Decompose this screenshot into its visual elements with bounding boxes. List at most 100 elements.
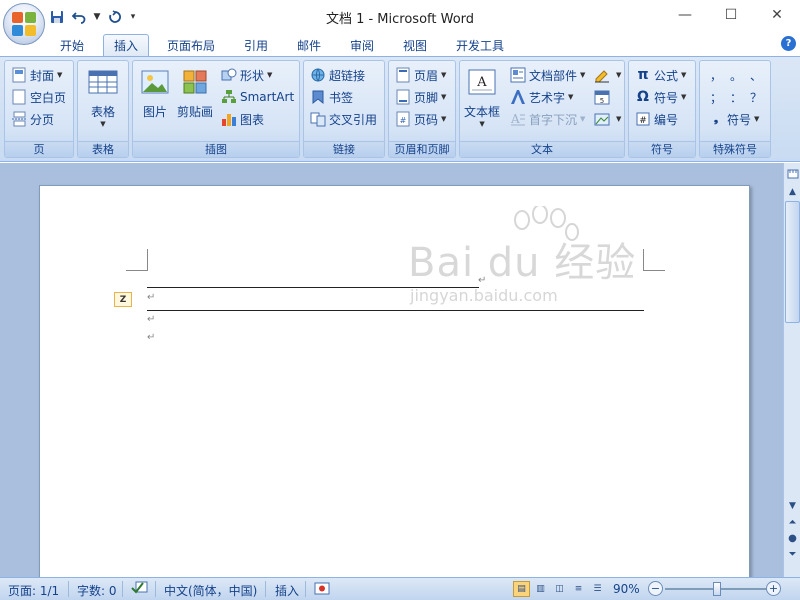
- hyperlink-icon: [310, 67, 326, 83]
- document-page[interactable]: Bai du 经验 jingyan.baidu.com ↵ Z ↵ ↵ ↵: [39, 185, 750, 577]
- group-label-header-footer: 页眉和页脚: [389, 141, 455, 157]
- question-symbol[interactable]: ？: [746, 87, 766, 107]
- smartart-icon: [221, 89, 237, 105]
- header-button[interactable]: 页眉 ▼: [395, 65, 446, 85]
- proofing-icon[interactable]: [131, 580, 149, 599]
- tab-mailings[interactable]: 邮件: [289, 34, 329, 56]
- outline-view-icon[interactable]: ≡: [570, 581, 587, 597]
- group-links: 超链接 书签 交叉引用 链接: [303, 60, 385, 158]
- drop-cap-button[interactable]: A 首字下沉 ▼: [510, 109, 585, 129]
- date-time-button[interactable]: 5: [594, 87, 613, 107]
- cover-page-button[interactable]: 封面 ▼: [11, 65, 62, 85]
- equation-button[interactable]: π 公式 ▼: [635, 65, 686, 85]
- drop-cap-icon: A: [510, 111, 526, 127]
- watermark-brand: Bai du 经验: [408, 240, 637, 286]
- picture-button[interactable]: 图片: [139, 67, 171, 120]
- help-icon[interactable]: ?: [781, 36, 796, 51]
- ruler-toggle-icon[interactable]: [785, 167, 800, 181]
- scroll-down-icon[interactable]: ▼: [785, 499, 800, 513]
- chart-icon: [221, 111, 237, 127]
- wordart-button[interactable]: 艺术字 ▼: [510, 87, 573, 107]
- tab-references[interactable]: 引用: [236, 34, 276, 56]
- quick-parts-icon: [510, 67, 526, 83]
- svg-text:5: 5: [600, 97, 604, 105]
- page-number-icon: #: [395, 111, 411, 127]
- hyperlink-button[interactable]: 超链接: [310, 65, 365, 85]
- office-button[interactable]: [3, 3, 45, 45]
- semicolon-symbol[interactable]: ；: [706, 87, 726, 107]
- print-layout-view-icon[interactable]: ▤: [513, 581, 530, 597]
- enum-comma-symbol[interactable]: 、: [746, 65, 766, 85]
- colon-symbol[interactable]: ：: [726, 87, 746, 107]
- web-layout-view-icon[interactable]: ◫: [551, 581, 568, 597]
- tab-home[interactable]: 开始: [52, 34, 92, 56]
- office-logo-icon: [12, 12, 36, 36]
- textbox-icon: A: [468, 69, 496, 95]
- full-screen-reading-view-icon[interactable]: ▥: [532, 581, 549, 597]
- page-break-button[interactable]: 分页: [11, 109, 54, 129]
- date-time-icon: 5: [594, 89, 610, 105]
- blank-page-icon: [11, 89, 27, 105]
- group-label-text: 文本: [460, 141, 624, 157]
- scrollbar-thumb[interactable]: [785, 201, 800, 323]
- smart-tag-icon[interactable]: Z: [114, 292, 132, 307]
- paragraph-mark: ↵: [147, 292, 156, 303]
- omega-icon: Ω: [637, 89, 649, 105]
- tab-review[interactable]: 审阅: [342, 34, 382, 56]
- comma-symbol[interactable]: ，: [706, 65, 726, 85]
- tab-developer[interactable]: 开发工具: [447, 34, 513, 56]
- footer-button[interactable]: 页脚 ▼: [395, 87, 446, 107]
- vertical-scrollbar[interactable]: ▲ ▼ ⏶ ● ⏷: [783, 163, 800, 577]
- group-label-special-symbols: 特殊符号: [700, 141, 770, 157]
- cross-reference-button[interactable]: 交叉引用: [310, 109, 377, 129]
- zoom-out-icon[interactable]: −: [648, 581, 663, 596]
- status-divider: [155, 581, 156, 597]
- draft-view-icon[interactable]: ☰: [589, 581, 606, 597]
- insert-mode-indicator[interactable]: 插入: [275, 582, 299, 599]
- cover-page-icon: [11, 67, 27, 83]
- page-number-button[interactable]: # 页码 ▼: [395, 109, 446, 129]
- previous-page-icon[interactable]: ⏶: [785, 515, 800, 529]
- signature-line-button[interactable]: ▼: [594, 65, 621, 85]
- watermark-url: jingyan.baidu.com: [410, 286, 558, 305]
- table-button[interactable]: 表格 ▼: [87, 67, 119, 128]
- object-button[interactable]: ▼: [594, 109, 621, 129]
- horizontal-line: [147, 310, 644, 311]
- shapes-button[interactable]: 形状 ▼: [221, 65, 272, 85]
- word-count[interactable]: 字数: 0: [77, 582, 117, 599]
- watermark: Bai du 经验 jingyan.baidu.com: [408, 206, 638, 316]
- svg-text:A: A: [476, 75, 487, 90]
- next-page-icon[interactable]: ⏷: [785, 547, 800, 561]
- period-symbol[interactable]: 。: [726, 65, 746, 85]
- group-label-illustrations: 插图: [133, 141, 299, 157]
- quick-parts-button[interactable]: 文档部件 ▼: [510, 65, 585, 85]
- macro-record-icon[interactable]: [314, 581, 330, 599]
- smartart-button[interactable]: SmartArt: [221, 87, 294, 107]
- paragraph-mark: ↵: [478, 275, 487, 286]
- select-browse-object-icon[interactable]: ●: [785, 531, 800, 545]
- paragraph-mark: ↵: [147, 314, 156, 325]
- zoom-level[interactable]: 90%: [613, 582, 640, 596]
- minimize-button[interactable]: —: [662, 0, 708, 30]
- tab-view[interactable]: 视图: [395, 34, 435, 56]
- zoom-in-icon[interactable]: +: [766, 581, 781, 596]
- status-divider: [68, 581, 69, 597]
- textbox-button[interactable]: A 文本框 ▼: [464, 67, 500, 128]
- blank-page-button[interactable]: 空白页: [11, 87, 66, 107]
- bookmark-button[interactable]: 书签: [310, 87, 353, 107]
- close-button[interactable]: ✕: [754, 0, 800, 30]
- page-count[interactable]: 页面: 1/1: [8, 582, 59, 599]
- numbering-button[interactable]: # 编号: [635, 109, 678, 129]
- special-symbol-button[interactable]: ❟ 符号 ▼: [708, 109, 760, 129]
- language-indicator[interactable]: 中文(简体，中国): [164, 582, 257, 599]
- horizontal-line: [147, 287, 479, 288]
- group-label-tables: 表格: [78, 141, 128, 157]
- maximize-button[interactable]: ☐: [708, 0, 754, 30]
- symbol-button[interactable]: Ω 符号 ▼: [635, 87, 686, 107]
- scroll-up-icon[interactable]: ▲: [785, 185, 800, 199]
- clipart-button[interactable]: 剪贴画: [177, 67, 213, 120]
- chart-button[interactable]: 图表: [221, 109, 264, 129]
- tab-page-layout[interactable]: 页面布局: [160, 34, 222, 56]
- zoom-slider-thumb[interactable]: [713, 582, 721, 596]
- tab-insert[interactable]: 插入: [103, 34, 149, 56]
